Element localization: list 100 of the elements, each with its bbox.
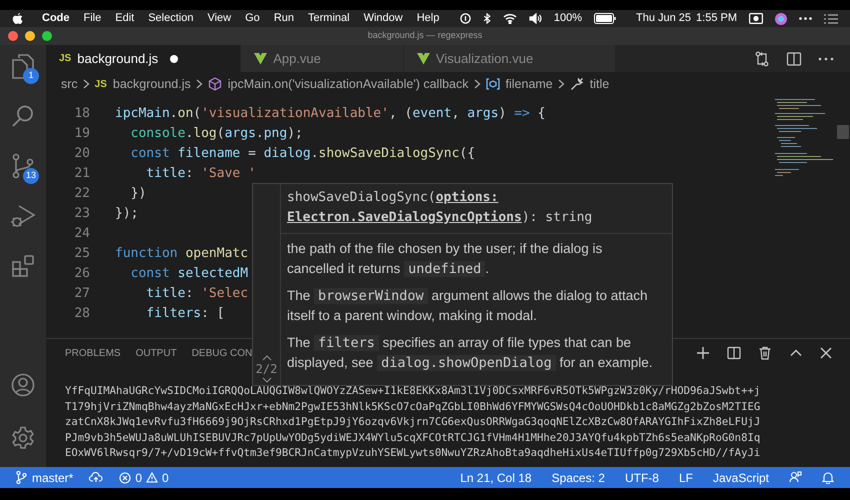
code-line: }) bbox=[130, 185, 146, 204]
line-number: 18 bbox=[73, 105, 90, 124]
line-number: 20 bbox=[73, 145, 90, 164]
menu-item[interactable]: Terminal bbox=[308, 10, 350, 27]
volume-icon[interactable] bbox=[528, 13, 542, 24]
chevron-up-icon[interactable] bbox=[262, 355, 272, 361]
more-icon[interactable] bbox=[799, 17, 812, 20]
warning-count[interactable]: 0 bbox=[162, 468, 169, 486]
bell-icon[interactable] bbox=[822, 471, 834, 484]
breadcrumb-item[interactable]: filename bbox=[506, 74, 553, 94]
feedback-icon[interactable] bbox=[789, 471, 802, 484]
code-line: console.log(args.png); bbox=[130, 125, 303, 144]
branch-icon bbox=[16, 471, 27, 484]
search-icon[interactable] bbox=[11, 104, 35, 128]
control-center-icon[interactable] bbox=[824, 14, 838, 24]
zoom-window-button[interactable] bbox=[42, 31, 52, 41]
terminal-output-line: zatCnX8kJWq1evRvfu3fH6669j9OjRsCRhxd1PgEtpJ9jY6ozqv6Vkjrn7CG6exQusORRWgaG3qoqNElZcXBzCw8OfARAYGIhFixZh8eLFUjJ bbox=[65, 415, 762, 430]
panel-tab[interactable]: PROBLEMS bbox=[65, 346, 121, 360]
status-item[interactable]: Ln 21, Col 18 bbox=[460, 468, 532, 486]
close-icon[interactable] bbox=[820, 347, 832, 359]
run-debug-icon[interactable] bbox=[10, 204, 36, 228]
clock-date[interactable]: Thu Jun 25 bbox=[636, 10, 692, 27]
status-item[interactable]: Spaces: 2 bbox=[552, 468, 605, 486]
wifi-icon[interactable] bbox=[502, 13, 517, 24]
file-type-label: JS bbox=[59, 52, 72, 66]
line-number: 26 bbox=[73, 265, 90, 284]
line-number: 28 bbox=[73, 305, 90, 324]
window-title: background.js — regexpress bbox=[368, 29, 482, 42]
code-line: filters: [ bbox=[145, 305, 225, 324]
error-count[interactable]: 0 bbox=[135, 468, 142, 486]
siri-icon[interactable] bbox=[775, 12, 787, 24]
menu-item[interactable]: Selection bbox=[148, 10, 194, 27]
plus-icon[interactable] bbox=[696, 346, 710, 360]
apple-logo-icon[interactable] bbox=[12, 12, 23, 24]
code-line: }); bbox=[115, 205, 138, 224]
bluetooth-icon[interactable] bbox=[482, 13, 491, 24]
file-type-label: JS bbox=[94, 78, 107, 92]
breadcrumb-item[interactable]: background.js bbox=[112, 74, 191, 94]
documentation-paragraph: The browserWindow argument allows the dialog to attach itself to a parent window, making it modal. bbox=[287, 287, 649, 325]
vue-file-icon bbox=[416, 52, 430, 64]
scrollbar-thumb[interactable] bbox=[837, 125, 849, 139]
menu-item[interactable]: Help bbox=[416, 10, 440, 27]
more-actions-icon[interactable] bbox=[818, 56, 834, 60]
code-line: ipcMain.on('visualizationAvailable', (event, args) => { bbox=[115, 105, 546, 124]
cloud-upload-icon[interactable] bbox=[89, 472, 104, 483]
terminal-output-line: YfFqUIMAhaUGRcYwSIDCMoiIGRQQoLAUQGIW8wlQWOYzZASew+I1kE8EKKx8Am3l1Vj0DCsxMRF6vR5OTk5WPgzW3z0Ky/rHOD96aJSwbt++j bbox=[65, 384, 762, 399]
editor-tab[interactable]: App.vue bbox=[241, 45, 404, 72]
breadcrumb-item[interactable]: ipcMain.on('visualizationAvailable') callback bbox=[228, 74, 469, 94]
code-line: function openMatc bbox=[115, 245, 248, 264]
files-icon[interactable] bbox=[11, 53, 35, 79]
chevron-down-icon[interactable] bbox=[262, 377, 272, 383]
status-item[interactable]: JavaScript bbox=[712, 468, 769, 486]
chevron-right-icon bbox=[82, 79, 90, 89]
line-number: 21 bbox=[73, 165, 90, 184]
extensions-icon[interactable] bbox=[11, 254, 35, 278]
split-terminal-icon[interactable] bbox=[727, 346, 741, 360]
panel-tab[interactable]: DEBUG CON bbox=[192, 346, 252, 360]
editor-tab[interactable]: Visualization.vue bbox=[404, 45, 616, 72]
panel-tab[interactable]: OUTPUT bbox=[136, 346, 177, 360]
git-branch[interactable]: master* bbox=[32, 468, 74, 486]
menu-item[interactable]: Go bbox=[245, 10, 260, 27]
clock-time[interactable]: 1:55 PM bbox=[696, 10, 737, 27]
line-number: 23 bbox=[73, 205, 90, 224]
status-item[interactable]: LF bbox=[678, 468, 693, 486]
app-menu[interactable]: Code bbox=[42, 10, 70, 27]
breadcrumb-item[interactable]: src bbox=[61, 74, 78, 94]
menu-item[interactable]: View bbox=[207, 10, 232, 27]
info-icon[interactable] bbox=[460, 13, 471, 24]
screen-recording-icon[interactable] bbox=[749, 13, 763, 24]
breadcrumb-item[interactable]: title bbox=[590, 74, 610, 94]
settings-icon[interactable] bbox=[11, 426, 35, 450]
source-control-icon[interactable] bbox=[11, 153, 35, 179]
split-editor-icon[interactable] bbox=[786, 50, 802, 66]
chevron-right-icon bbox=[558, 79, 565, 89]
code-line: title: 'Selec bbox=[145, 285, 248, 304]
line-number: 25 bbox=[73, 245, 90, 264]
menu-item[interactable]: Run bbox=[274, 10, 294, 27]
warning-icon bbox=[146, 472, 158, 483]
compare-changes-icon[interactable] bbox=[754, 50, 770, 66]
line-number: 19 bbox=[73, 125, 90, 144]
menu-item[interactable]: Edit bbox=[115, 10, 134, 27]
close-window-button[interactable] bbox=[8, 31, 18, 41]
battery-percentage: 100% bbox=[554, 11, 582, 26]
variable-icon bbox=[486, 78, 500, 90]
menu-item[interactable]: File bbox=[84, 10, 102, 27]
code-line: const filename = dialog.showSaveDialogSync({ bbox=[130, 145, 476, 164]
wrench-icon bbox=[570, 77, 584, 91]
editor-tab[interactable]: JS background.js bbox=[46, 45, 242, 72]
notification-badge: 1 bbox=[23, 68, 39, 84]
trash-icon[interactable] bbox=[758, 346, 772, 360]
menu-item[interactable]: Window bbox=[364, 10, 403, 27]
function-signature: showSaveDialogSync(options: Electron.SaveDialogSyncOptions): string bbox=[281, 184, 672, 234]
status-item[interactable]: UTF-8 bbox=[624, 468, 659, 486]
line-number: 22 bbox=[73, 185, 90, 204]
battery-icon[interactable] bbox=[594, 13, 616, 24]
documentation-paragraph: the path of the file chosen by the user; if the dialog is cancelled it returns undefined . bbox=[287, 240, 604, 279]
notification-badge: 13 bbox=[23, 168, 40, 184]
vue-file-icon bbox=[254, 52, 268, 64]
account-icon[interactable] bbox=[11, 373, 35, 397]
minimize-window-button[interactable] bbox=[25, 31, 35, 41]
